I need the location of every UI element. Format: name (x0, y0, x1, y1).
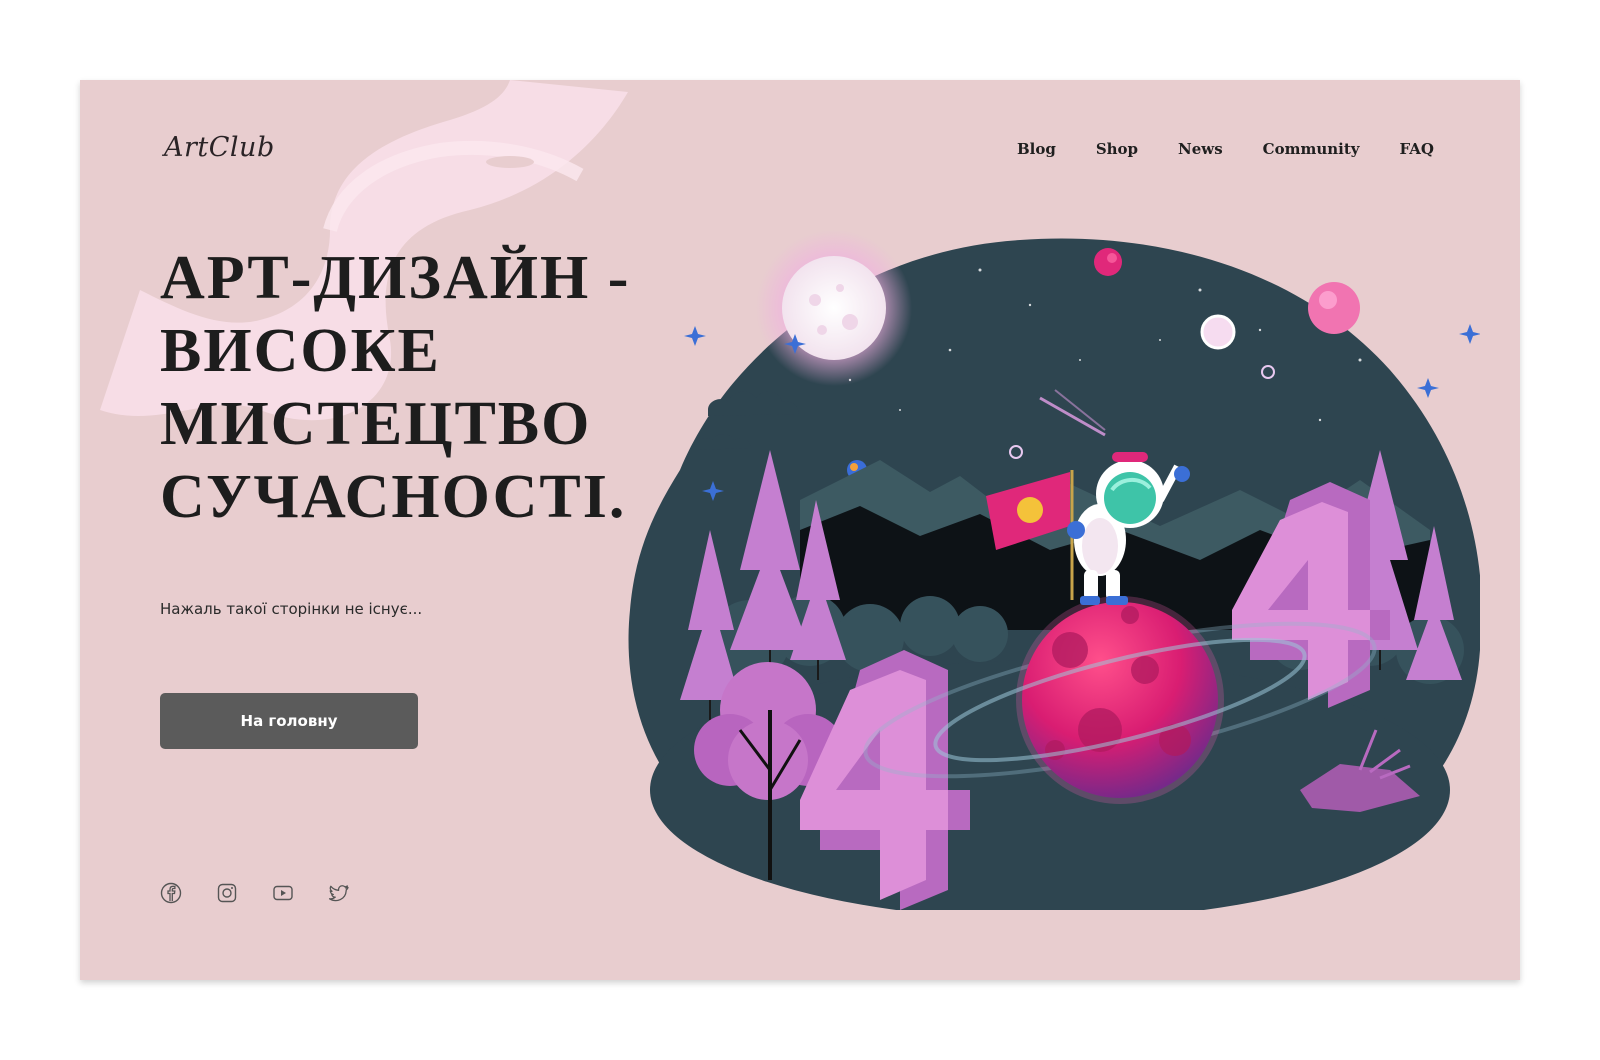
main-nav: Blog Shop News Community FAQ (1017, 140, 1434, 158)
headline-line: ВИСОКЕ (160, 317, 441, 385)
instagram-icon[interactable] (216, 882, 238, 904)
headline-line: АРТ-ДИЗАЙН - (160, 244, 631, 312)
facebook-icon[interactable] (160, 882, 182, 904)
twitter-icon[interactable] (328, 882, 350, 904)
headline-line: МИСТЕЦТВО (160, 390, 592, 458)
nav-item-community[interactable]: Community (1263, 140, 1360, 158)
logo[interactable]: ArtClub (164, 132, 275, 163)
magenta-planet (1022, 602, 1218, 798)
headline-line: СУЧАСНОСТІ. (160, 463, 627, 531)
home-button[interactable]: На головну (160, 693, 418, 749)
nav-item-news[interactable]: News (1178, 140, 1223, 158)
nav-item-faq[interactable]: FAQ (1400, 140, 1434, 158)
404-illustration (628, 230, 1480, 910)
social-links (160, 882, 350, 904)
not-found-message: Нажаль такої сторінки не існує... (160, 600, 423, 618)
youtube-icon[interactable] (272, 882, 294, 904)
nav-item-blog[interactable]: Blog (1017, 140, 1056, 158)
hero-headline: АРТ-ДИЗАЙН - ВИСОКЕ МИСТЕЦТВО СУЧАСНОСТІ… (160, 242, 660, 534)
nav-item-shop[interactable]: Shop (1096, 140, 1138, 158)
page-card: ArtClub Blog Shop News Community FAQ АРТ… (80, 80, 1520, 980)
